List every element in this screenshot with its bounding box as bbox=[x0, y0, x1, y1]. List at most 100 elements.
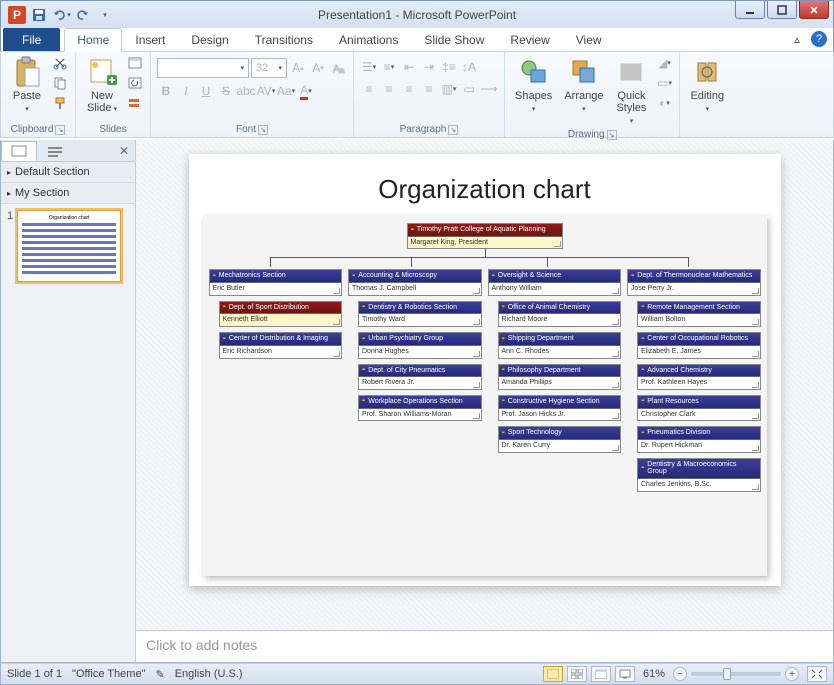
slides-tab[interactable] bbox=[1, 141, 37, 161]
org-box[interactable]: Urban Psychiatry GroupDonna Hughes bbox=[358, 332, 482, 358]
status-lang[interactable]: English (U.S.) bbox=[175, 668, 243, 680]
org-box[interactable]: Advanced ChemistryProf. Kathleen Hayes bbox=[637, 364, 761, 390]
normal-view-button[interactable] bbox=[543, 666, 563, 682]
zoom-slider[interactable] bbox=[691, 672, 781, 676]
strike-button[interactable]: S bbox=[217, 82, 235, 100]
notes-pane[interactable]: Click to add notes bbox=[136, 630, 833, 662]
spellcheck-icon[interactable]: ✎ bbox=[155, 668, 164, 681]
outdent-button[interactable]: ⇤ bbox=[400, 58, 418, 76]
slide-thumbnail[interactable]: Organization chart bbox=[17, 210, 121, 282]
sorter-view-button[interactable] bbox=[567, 666, 587, 682]
tab-transitions[interactable]: Transitions bbox=[242, 28, 326, 51]
slide-title[interactable]: Organization chart bbox=[203, 174, 767, 205]
layout-button[interactable] bbox=[126, 54, 144, 72]
maximize-button[interactable] bbox=[767, 1, 797, 19]
org-box[interactable]: Workplace Operations SectionProf. Sharon… bbox=[358, 395, 482, 421]
change-case-button[interactable]: Aa▾ bbox=[277, 82, 295, 100]
tab-home[interactable]: Home bbox=[64, 28, 122, 52]
org-box[interactable]: Philosophy DepartmentAmanda Phillips bbox=[498, 364, 622, 390]
align-text-button[interactable]: ▭ bbox=[460, 80, 478, 98]
reading-view-button[interactable] bbox=[591, 666, 611, 682]
app-icon[interactable]: P bbox=[7, 5, 27, 25]
tab-design[interactable]: Design bbox=[178, 28, 241, 51]
font-launcher[interactable]: ↘ bbox=[258, 125, 268, 135]
tab-review[interactable]: Review bbox=[497, 28, 562, 51]
paragraph-launcher[interactable]: ↘ bbox=[448, 125, 458, 135]
minimize-button[interactable] bbox=[735, 1, 765, 19]
org-box[interactable]: Remote Management SectionWilliam Bolton bbox=[637, 301, 761, 327]
underline-button[interactable]: U bbox=[197, 82, 215, 100]
shape-fill-button[interactable]: ◢▾ bbox=[655, 54, 673, 72]
org-box[interactable]: Center of Occupational RoboticsElizabeth… bbox=[637, 332, 761, 358]
smartart-button[interactable]: ⟶ bbox=[480, 80, 498, 98]
grow-font-button[interactable]: A▴ bbox=[289, 59, 307, 77]
org-box[interactable]: Mechatronics SectionEric Butler bbox=[209, 269, 343, 295]
org-box[interactable]: Dept. of City PneumaticsRobert Rivera Jr… bbox=[358, 364, 482, 390]
org-box[interactable]: Dept. of Thermonuclear MathematicsJose P… bbox=[627, 269, 761, 295]
zoom-level[interactable]: 61% bbox=[643, 668, 665, 680]
shape-effects-button[interactable]: ◐▾ bbox=[655, 94, 673, 112]
zoom-in-button[interactable]: + bbox=[785, 667, 799, 681]
indent-button[interactable]: ⇥ bbox=[420, 58, 438, 76]
bold-button[interactable]: B bbox=[157, 82, 175, 100]
org-box[interactable]: Plant ResourcesChristopher Clark bbox=[637, 395, 761, 421]
tab-file[interactable]: File bbox=[3, 28, 60, 51]
org-box[interactable]: Shipping DepartmentAnn C. Rhodes bbox=[498, 332, 622, 358]
section-my[interactable]: ▸My Section bbox=[1, 183, 135, 204]
ribbon-minimize-icon[interactable]: ▵ bbox=[789, 31, 805, 47]
org-box[interactable]: Dentistry & Robotics SectionTimothy Ward bbox=[358, 301, 482, 327]
org-box[interactable]: Dept. of Sport DistributionKenneth Ellio… bbox=[219, 301, 343, 327]
align-center-button[interactable]: ≡ bbox=[380, 80, 398, 98]
org-chart[interactable]: Timothy Pratt College of Aquatic Plannin… bbox=[203, 215, 767, 576]
tab-view[interactable]: View bbox=[563, 28, 615, 51]
shadow-button[interactable]: abc bbox=[237, 82, 255, 100]
drawing-launcher[interactable]: ↘ bbox=[607, 130, 617, 140]
org-box[interactable]: Oversight & ScienceAnthony William bbox=[488, 269, 622, 295]
font-size-combo[interactable]: 32▾ bbox=[251, 58, 287, 78]
clear-format-button[interactable]: A bbox=[329, 59, 347, 77]
org-box[interactable]: Office of Animal ChemistryRichard Moore bbox=[498, 301, 622, 327]
new-slide-button[interactable]: New Slide ▾ bbox=[82, 54, 122, 116]
italic-button[interactable]: I bbox=[177, 82, 195, 100]
slideshow-view-button[interactable] bbox=[615, 666, 635, 682]
qat-customize[interactable]: ▾ bbox=[95, 5, 115, 25]
align-right-button[interactable]: ≡ bbox=[400, 80, 418, 98]
org-box[interactable]: Sport TechnologyDr. Karen Curry bbox=[498, 426, 622, 452]
org-box[interactable]: Constructive Hygiene SectionProf. Jason … bbox=[498, 395, 622, 421]
org-box[interactable]: Accounting & MicroscopyThomas J. Campbel… bbox=[348, 269, 482, 295]
text-direction-button[interactable]: ↕A bbox=[460, 58, 478, 76]
char-spacing-button[interactable]: AV▾ bbox=[257, 82, 275, 100]
justify-button[interactable]: ≡ bbox=[420, 80, 438, 98]
bullets-button[interactable]: ☰▾ bbox=[360, 58, 378, 76]
numbering-button[interactable]: ≡▾ bbox=[380, 58, 398, 76]
fit-window-button[interactable] bbox=[807, 666, 827, 682]
undo-button[interactable]: ▾ bbox=[51, 5, 71, 25]
copy-button[interactable] bbox=[51, 74, 69, 92]
font-color-button[interactable]: A▾ bbox=[297, 82, 315, 100]
org-box[interactable]: Pneumatics DivisionDr. Rupert Hickman bbox=[637, 426, 761, 452]
tab-insert[interactable]: Insert bbox=[122, 28, 178, 51]
shape-outline-button[interactable]: ▭▾ bbox=[655, 74, 673, 92]
org-root-box[interactable]: Timothy Pratt College of Aquatic Plannin… bbox=[407, 223, 563, 249]
editing-button[interactable]: Editing▾ bbox=[686, 54, 728, 116]
help-icon[interactable]: ? bbox=[811, 31, 827, 47]
clipboard-launcher[interactable]: ↘ bbox=[55, 125, 65, 135]
org-box[interactable]: Center of Distribution & ImagingEric Ric… bbox=[219, 332, 343, 358]
quick-styles-button[interactable]: Quick Styles▾ bbox=[611, 54, 651, 128]
columns-button[interactable]: ▥▾ bbox=[440, 80, 458, 98]
paste-button[interactable]: Paste▾ bbox=[7, 54, 47, 116]
format-painter-button[interactable] bbox=[51, 94, 69, 112]
slide[interactable]: Organization chart Timothy Pratt College… bbox=[189, 154, 781, 586]
redo-button[interactable] bbox=[73, 5, 93, 25]
shapes-button[interactable]: Shapes▾ bbox=[511, 54, 556, 116]
font-name-combo[interactable]: ▾ bbox=[157, 58, 249, 78]
tab-animations[interactable]: Animations bbox=[326, 28, 411, 51]
arrange-button[interactable]: Arrange▾ bbox=[560, 54, 607, 116]
org-box[interactable]: Dentistry & Macroeconomics GroupCharles … bbox=[637, 458, 761, 492]
zoom-out-button[interactable]: − bbox=[673, 667, 687, 681]
save-button[interactable] bbox=[29, 5, 49, 25]
line-spacing-button[interactable]: ‡≡ bbox=[440, 58, 458, 76]
section-default[interactable]: ▸Default Section bbox=[1, 162, 135, 183]
panel-close-icon[interactable]: ✕ bbox=[113, 144, 135, 158]
tab-slideshow[interactable]: Slide Show bbox=[411, 28, 497, 51]
